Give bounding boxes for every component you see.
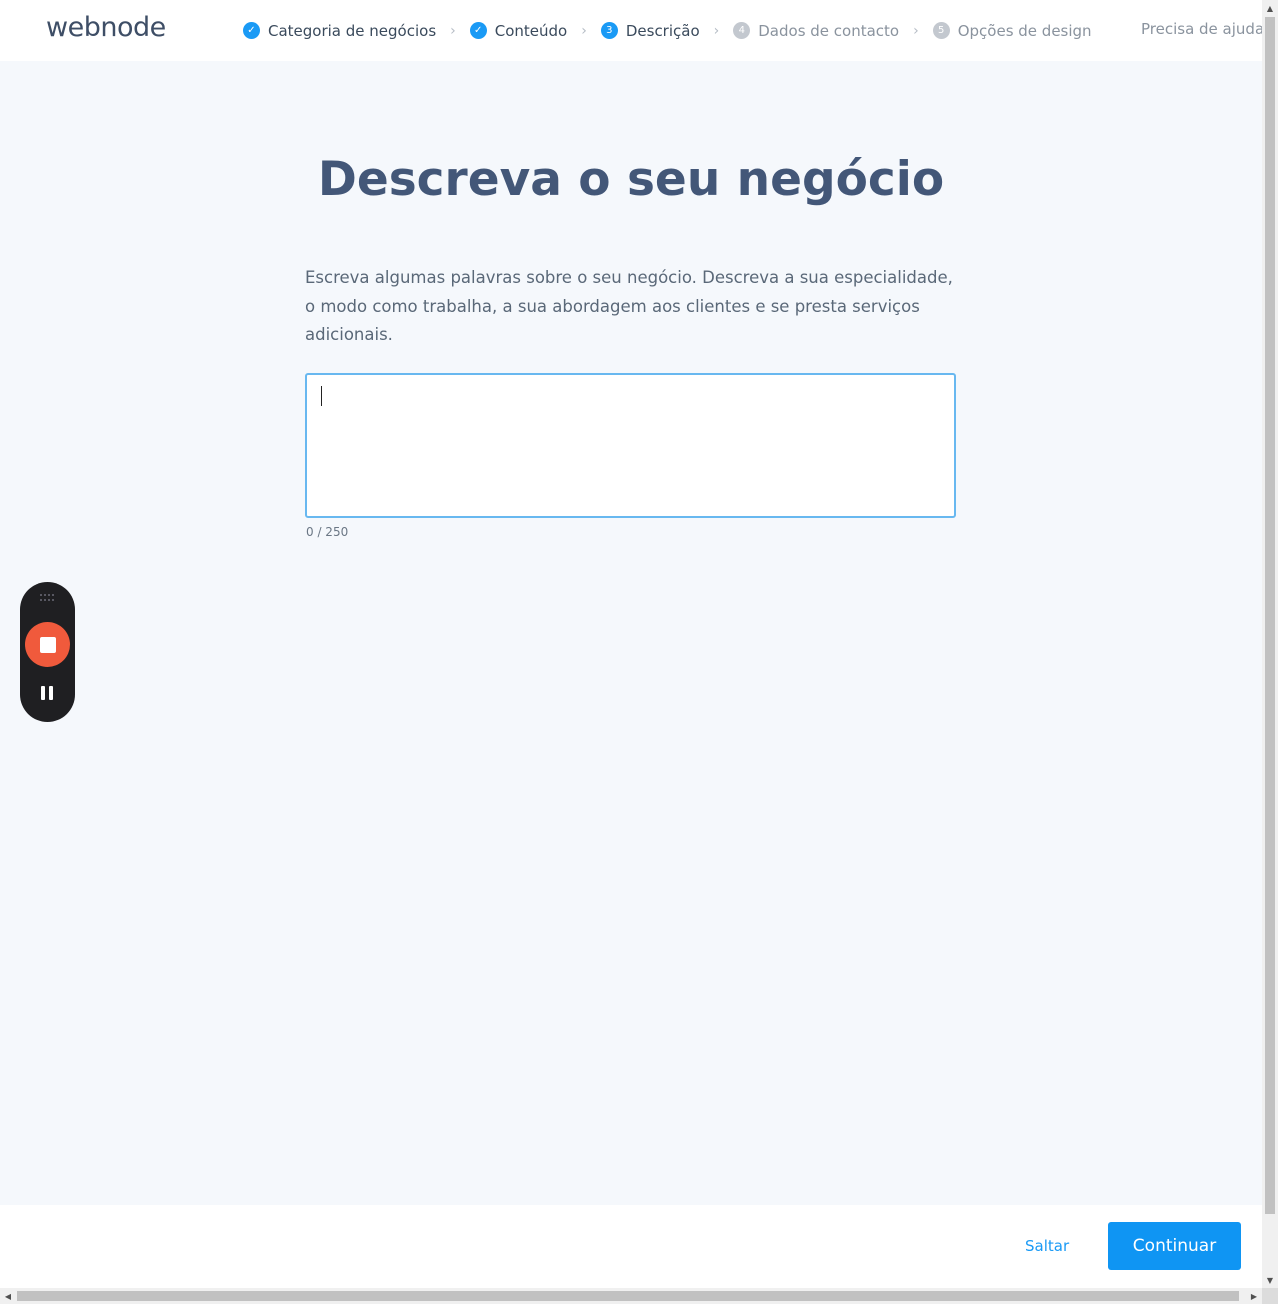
pause-icon <box>41 686 45 700</box>
screen-recorder-widget <box>20 582 75 722</box>
step-number-badge: 4 <box>733 22 751 39</box>
business-description-textarea[interactable] <box>305 373 956 518</box>
chevron-right-icon: › <box>913 22 919 39</box>
step-content[interactable]: ✓ Conteúdo <box>469 21 568 40</box>
step-number-badge: 3 <box>600 22 618 39</box>
step-contact-details: 4 Dados de contacto <box>733 22 899 40</box>
page-title: Descreva o seu negócio <box>317 152 945 207</box>
step-label: Dados de contacto <box>758 21 900 40</box>
stop-icon <box>39 636 56 653</box>
chevron-right-icon: › <box>450 22 456 39</box>
scroll-thumb[interactable] <box>1265 17 1275 1214</box>
stop-recording-button[interactable] <box>25 622 70 667</box>
scroll-down-icon[interactable]: ▼ <box>1262 1272 1278 1288</box>
scroll-left-icon[interactable]: ◀ <box>0 1288 16 1304</box>
step-description[interactable]: 3 Descrição <box>600 21 700 40</box>
pause-recording-button[interactable] <box>41 686 53 700</box>
chevron-right-icon: › <box>713 22 720 39</box>
top-header: webnode ✓ Categoria de negócios › ✓ Cont… <box>0 0 1262 61</box>
footer-bar: Saltar Continuar <box>0 1205 1262 1288</box>
text-caret <box>321 386 322 406</box>
step-business-category[interactable]: ✓ Categoria de negócios <box>243 22 436 40</box>
scroll-right-icon[interactable]: ▶ <box>1246 1288 1262 1304</box>
progress-steps: ✓ Categoria de negócios › ✓ Conteúdo › 3… <box>243 0 1092 61</box>
scrollbar-corner <box>1262 1288 1278 1304</box>
webnode-logo[interactable]: webnode <box>46 12 166 43</box>
vertical-scrollbar[interactable]: ▲ ▼ <box>1262 0 1278 1288</box>
chevron-right-icon: › <box>581 22 587 39</box>
step-number-badge: 5 <box>932 22 950 39</box>
step-label: Opções de design <box>957 21 1092 40</box>
page-description: Escreva algumas palavras sobre o seu neg… <box>305 268 953 344</box>
skip-link[interactable]: Saltar <box>1025 1237 1069 1255</box>
horizontal-scrollbar[interactable]: ◀ ▶ <box>0 1288 1262 1304</box>
help-link[interactable]: Precisa de ajuda? <box>1141 20 1262 38</box>
step-label: Descrição <box>625 21 700 40</box>
continue-button[interactable]: Continuar <box>1108 1222 1241 1270</box>
drag-handle-icon[interactable] <box>40 594 55 602</box>
check-icon: ✓ <box>243 22 260 39</box>
scroll-thumb[interactable] <box>17 1291 1239 1301</box>
step-label: Categoria de negócios <box>268 21 437 40</box>
character-counter: 0 / 250 <box>306 525 349 539</box>
scroll-up-icon[interactable]: ▲ <box>1262 0 1278 16</box>
step-label: Conteúdo <box>494 21 568 40</box>
check-icon: ✓ <box>469 22 487 39</box>
step-design-options: 5 Opções de design <box>932 21 1092 40</box>
